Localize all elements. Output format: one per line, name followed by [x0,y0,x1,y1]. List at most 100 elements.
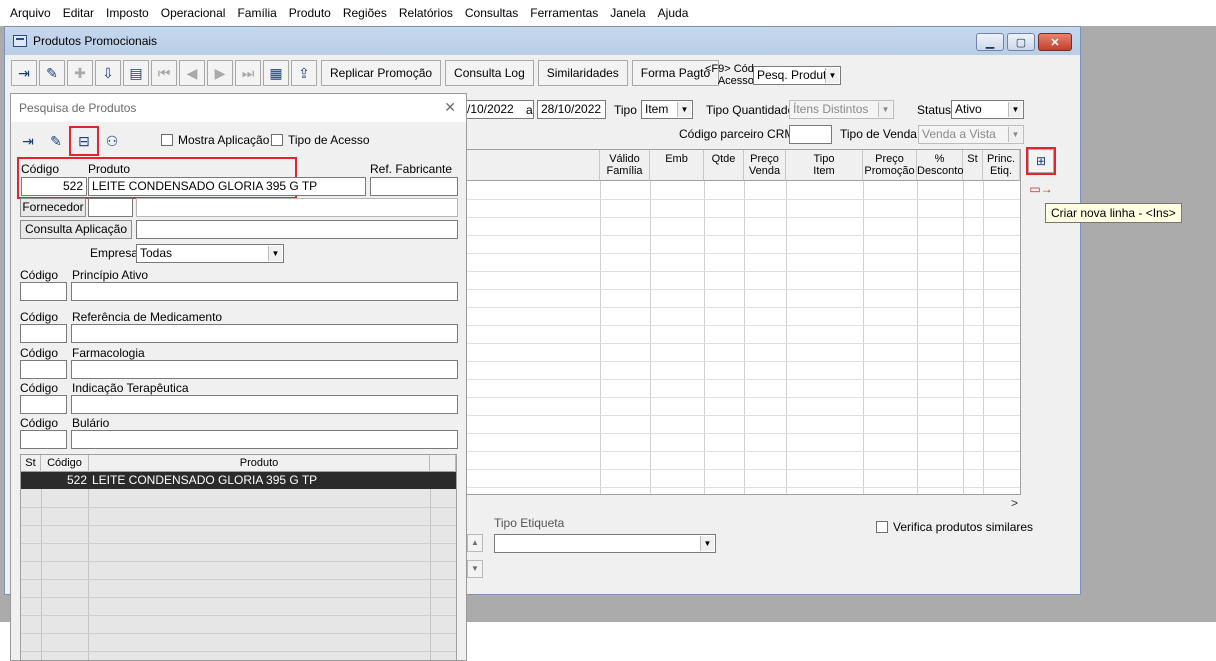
menu-editar[interactable]: Editar [57,0,100,26]
referencia-codigo-input[interactable] [20,324,67,343]
status-select[interactable]: Ativo ▼ [951,100,1024,119]
similaridades-button[interactable]: Similaridades [537,60,628,86]
open-icon[interactable]: ⊟ [69,126,99,156]
referencia-codigo-label: Código [20,310,59,324]
chevron-down-icon: ▼ [878,102,892,117]
indicacao-terapeutica-input[interactable] [71,395,458,414]
crm-input[interactable] [789,125,832,144]
principio-codigo-input[interactable] [20,282,67,301]
grid-col-line [744,181,745,494]
grid-col-line [786,181,787,494]
menu-consultas[interactable]: Consultas [459,0,524,26]
grid-header-desconto[interactable]: % Desconto [917,150,963,181]
grid-header-qtde[interactable]: Qtde [704,150,744,181]
grid-col-line [650,181,651,494]
menu-operacional[interactable]: Operacional [155,0,232,26]
date-to-input[interactable]: 28/10/2022 [537,100,606,119]
grid-row-line [466,235,1020,236]
grid-header-preco-promocao[interactable]: Preço Promoção [863,150,917,181]
exit-icon[interactable]: ⇥ [15,128,41,154]
export-icon[interactable]: ⇪ [291,60,317,86]
results-header-codigo[interactable]: Código [41,455,89,472]
menu-imposto[interactable]: Imposto [100,0,155,26]
checkbox-box[interactable] [876,521,888,533]
maximize-button[interactable]: ▢ [1007,33,1035,51]
empresa-value: Todas [140,246,173,260]
add-icon[interactable]: ✚ [67,60,93,86]
bulario-codigo-input[interactable] [20,430,67,449]
tipo-select[interactable]: Item ▼ [641,100,693,119]
consulta-aplicacao-input[interactable] [136,220,458,239]
farmacologia-input[interactable] [71,360,458,379]
verifica-similares-checkbox[interactable]: Verifica produtos similares [876,520,1033,534]
menu-familia[interactable]: Família [231,0,282,26]
results-header-st[interactable]: St [21,455,41,472]
results-header-produto[interactable]: Produto [89,455,430,472]
codigo-input[interactable]: 522 [21,177,87,196]
table-row[interactable]: 522 LEITE CONDENSADO GLORIA 395 G TP [21,472,456,489]
consulta-log-button[interactable]: Consulta Log [445,60,534,86]
checkbox-box[interactable] [161,134,173,146]
checkbox-box[interactable] [271,134,283,146]
fornecedor-name-input[interactable] [136,198,458,217]
promo-items-grid[interactable]: Válido Família Emb Qtde Preço Venda Tipo It… [465,149,1021,495]
minimize-button[interactable]: ▁ [976,33,1004,51]
replicar-promocao-button[interactable]: Replicar Promoção [321,60,442,86]
close-icon[interactable]: ✕ [444,99,456,116]
first-icon[interactable]: ⏮ [151,60,177,86]
new-row-icon[interactable]: ⊞ [1026,147,1056,175]
chevron-up-icon[interactable]: ▲ [467,534,483,552]
menu-produto[interactable]: Produto [283,0,337,26]
bulario-input[interactable] [71,430,458,449]
grid-header-preco-venda[interactable]: Preço Venda [744,150,786,181]
farmacologia-codigo-input[interactable] [20,360,67,379]
grid-header-tipo-item[interactable]: Tipo Item [786,150,863,181]
eraser-icon[interactable]: ✎ [39,60,65,86]
menu-janela[interactable]: Janela [604,0,651,26]
indicacao-codigo-input[interactable] [20,395,67,414]
grid-header-valido-familia[interactable]: Válido Família [600,150,650,181]
ref-fabricante-input[interactable] [370,177,458,196]
close-button[interactable]: ✕ [1038,33,1072,51]
results-col-line [41,489,42,660]
exit-icon[interactable]: ⇥ [11,60,37,86]
tipo-etiqueta-select[interactable]: ▼ [494,534,716,553]
date-from-input[interactable]: /10/2022 [463,100,534,119]
save-icon[interactable]: ⇩ [95,60,121,86]
pesquisa-produtos-dialog: Pesquisa de Produtos ✕ ⇥ ✎ ⊟ ⚇ Mostra Ap… [10,93,467,661]
chevron-down-icon[interactable]: ▼ [467,560,483,578]
grid-header-emb[interactable]: Emb [650,150,704,181]
principio-ativo-input[interactable] [71,282,458,301]
last-icon[interactable]: ⏭ [235,60,261,86]
scroll-right-icon[interactable]: > [1011,496,1018,510]
menu-ajuda[interactable]: Ajuda [652,0,695,26]
results-row-line [21,597,456,598]
delete-row-icon[interactable]: ▭→ [1028,177,1054,201]
results-grid[interactable]: St Código Produto 522 LEITE CONDENSADO G… [20,454,457,660]
empresa-select[interactable]: Todas ▼ [136,244,284,263]
sheet-icon[interactable]: ▦ [263,60,289,86]
tipo-acesso-checkbox[interactable]: Tipo de Acesso [271,133,370,147]
referencia-medicamento-input[interactable] [71,324,458,343]
tipo-acesso-label: Tipo de Acesso [288,133,370,147]
tipo-quantidade-select[interactable]: Ítens Distintos ▼ [789,100,894,119]
mostra-aplicacao-checkbox[interactable]: Mostra Aplicação [161,133,269,147]
grid-header-st[interactable]: St [963,150,983,181]
produto-input[interactable]: LEITE CONDENSADO GLORIA 395 G TP [88,177,366,196]
menu-ferramentas[interactable]: Ferramentas [524,0,604,26]
search-mode-select[interactable]: Pesq. Produtc ▼ [753,66,841,85]
grid-row-line [466,289,1020,290]
tipo-venda-select[interactable]: Venda a Vista ▼ [918,125,1024,144]
consulta-aplicacao-button[interactable]: Consulta Aplicação [20,220,132,239]
binoculars-icon[interactable]: ⚇ [99,128,125,154]
grid-header-princ-etiq[interactable]: Princ. Etiq. [983,150,1020,181]
prev-icon[interactable]: ◀ [179,60,205,86]
print-icon[interactable]: ▤ [123,60,149,86]
menu-regioes[interactable]: Regiões [337,0,393,26]
menu-relatorios[interactable]: Relatórios [393,0,459,26]
eraser-icon[interactable]: ✎ [43,128,69,154]
fornecedor-button[interactable]: Fornecedor [20,198,86,217]
next-icon[interactable]: ▶ [207,60,233,86]
fornecedor-code-input[interactable] [88,198,133,217]
menu-arquivo[interactable]: Arquivo [4,0,57,26]
